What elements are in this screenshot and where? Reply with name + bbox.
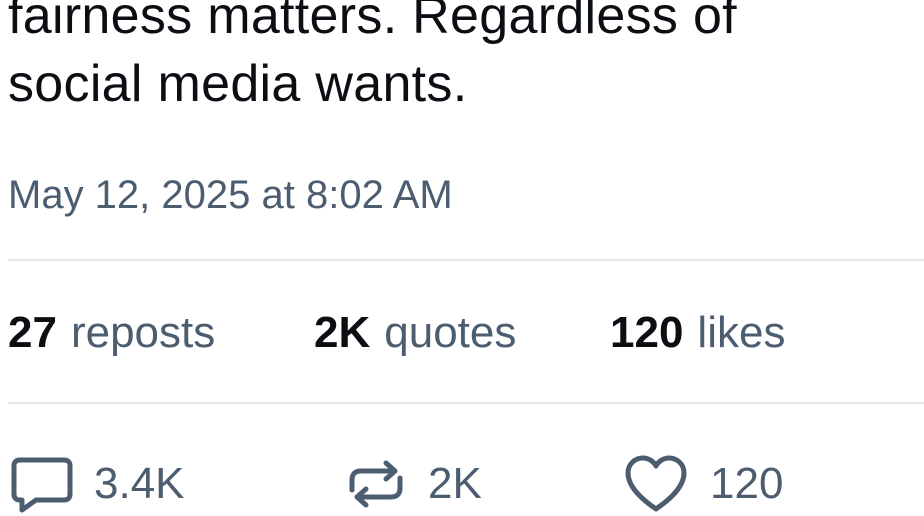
engagement-stats: 27 reposts 2K quotes 120 likes — [8, 307, 785, 359]
repost-arrows-icon — [349, 460, 403, 508]
post-timestamp[interactable]: May 12, 2025 at 8:02 AM — [8, 172, 453, 218]
likes-count: 120 — [610, 308, 684, 357]
post-text-line: social media wants. — [8, 55, 468, 113]
likes-label: likes — [697, 308, 786, 357]
quotes-label: quotes — [384, 308, 517, 357]
reply-button[interactable]: 3.4K — [10, 452, 185, 516]
divider — [8, 259, 924, 261]
reply-count: 3.4K — [94, 459, 185, 508]
post-text: fairness matters. Regardless of social m… — [8, 0, 737, 118]
likes-stat[interactable]: 120 likes — [610, 307, 785, 359]
divider — [8, 402, 924, 404]
like-button[interactable]: 120 — [624, 452, 783, 516]
quotes-stat[interactable]: 2K quotes — [314, 307, 610, 359]
speech-bubble-icon — [11, 457, 73, 513]
repost-count: 2K — [428, 459, 482, 508]
heart-icon — [625, 455, 687, 512]
reposts-stat[interactable]: 27 reposts — [8, 307, 314, 359]
like-count: 120 — [710, 459, 784, 508]
quotes-count: 2K — [314, 308, 371, 357]
repost-button[interactable]: 2K — [344, 452, 482, 516]
post-text-line: fairness matters. Regardless of — [8, 0, 737, 45]
reposts-count: 27 — [8, 308, 57, 357]
reposts-label: reposts — [70, 308, 216, 357]
